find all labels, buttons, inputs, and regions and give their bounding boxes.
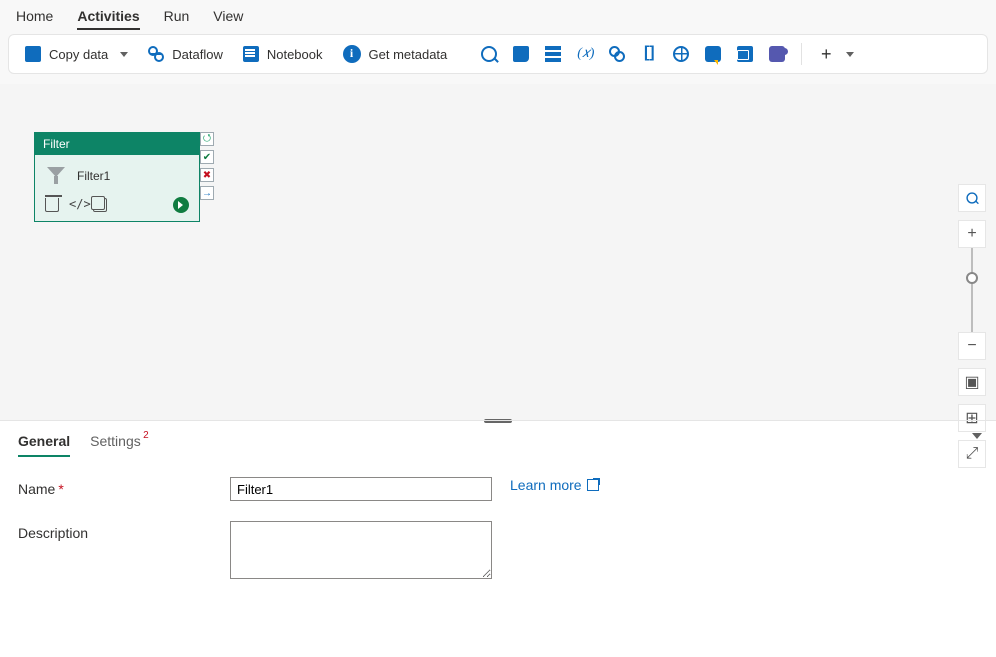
brackets-icon: []: [641, 46, 657, 62]
dataflow-icon: [148, 46, 164, 62]
fit-screen-button[interactable]: ▣: [958, 368, 986, 396]
chevron-down-icon: [120, 52, 128, 57]
zoom-out-button[interactable]: −: [958, 332, 986, 360]
dataflow-button[interactable]: Dataflow: [140, 42, 231, 66]
copy-data-icon: [25, 46, 41, 62]
name-input[interactable]: [230, 477, 492, 501]
tab-run[interactable]: Run: [164, 8, 190, 30]
view-code-button[interactable]: </>: [69, 198, 83, 212]
required-indicator: *: [58, 481, 63, 497]
get-metadata-button[interactable]: Get metadata: [335, 41, 456, 67]
notebook-label: Notebook: [267, 47, 323, 62]
handle-skip[interactable]: →: [200, 186, 214, 200]
description-input[interactable]: [230, 521, 492, 579]
activity-output-handles: ⭯ ✔ ✖ →: [200, 132, 216, 200]
toolbar-container: Copy data Dataflow Notebook Get metadata…: [0, 30, 996, 84]
brackets-button[interactable]: []: [635, 42, 663, 66]
chat-button[interactable]: [699, 42, 727, 66]
canvas-search-button[interactable]: [958, 184, 986, 212]
search-icon: [481, 46, 497, 62]
variable-icon: (𝑥): [577, 46, 593, 62]
properties-pane: General Settings 2 Name* Learn more Desc…: [0, 420, 996, 631]
toolbar: Copy data Dataflow Notebook Get metadata…: [8, 34, 988, 74]
copy-activity-button[interactable]: [93, 198, 107, 212]
collapse-pane-button[interactable]: [972, 433, 982, 439]
notebook-icon: [243, 46, 259, 62]
chat-icon: [705, 46, 721, 62]
activity-type-label: Filter: [35, 133, 199, 155]
handle-failure[interactable]: ✖: [200, 168, 214, 182]
tab-home[interactable]: Home: [16, 8, 53, 30]
outlook-button[interactable]: [731, 42, 759, 66]
pipeline-canvas[interactable]: Filter Filter1 </> ⭯ ✔ ✖ → + − ▣ ⊞ ⤢: [0, 84, 996, 420]
tab-settings-label: Settings: [90, 433, 141, 449]
teams-icon: [769, 46, 785, 62]
dataflow-label: Dataflow: [172, 47, 223, 62]
list-icon: [545, 46, 561, 62]
globe-icon: [673, 46, 689, 62]
zoom-slider-track[interactable]: [971, 248, 973, 332]
globe-button[interactable]: [667, 42, 695, 66]
get-metadata-label: Get metadata: [369, 47, 448, 62]
plus-icon: +: [818, 46, 834, 62]
info-icon: [343, 45, 361, 63]
script-button[interactable]: [507, 42, 535, 66]
handle-success[interactable]: ✔: [200, 150, 214, 164]
tab-settings-badge: 2: [143, 430, 149, 441]
variable-button[interactable]: (𝑥): [571, 42, 599, 66]
name-label-text: Name: [18, 481, 55, 497]
top-tabs: Home Activities Run View: [0, 0, 996, 30]
link-button[interactable]: [603, 42, 631, 66]
toolbar-separator: [801, 43, 802, 65]
tab-settings[interactable]: Settings 2: [90, 433, 141, 457]
copy-data-button[interactable]: Copy data: [17, 42, 136, 66]
add-activity-button[interactable]: +: [812, 42, 860, 66]
zoom-slider-thumb[interactable]: [966, 272, 978, 284]
teams-button[interactable]: [763, 42, 791, 66]
copy-data-label: Copy data: [49, 47, 108, 62]
search-icon: [966, 192, 977, 203]
delete-activity-button[interactable]: [45, 198, 59, 212]
notebook-button[interactable]: Notebook: [235, 42, 331, 66]
tab-general[interactable]: General: [18, 433, 70, 457]
activity-node-filter[interactable]: Filter Filter1 </>: [34, 132, 200, 222]
chevron-down-icon: [846, 52, 854, 57]
activity-name-label: Filter1: [77, 169, 110, 183]
script-icon: [513, 46, 529, 62]
link-icon: [609, 46, 625, 62]
zoom-in-button[interactable]: +: [958, 220, 986, 248]
learn-more-label: Learn more: [510, 477, 582, 493]
tab-activities[interactable]: Activities: [77, 8, 139, 30]
description-label: Description: [18, 521, 218, 541]
external-link-icon: [587, 479, 599, 491]
list-button[interactable]: [539, 42, 567, 66]
outlook-icon: [737, 46, 753, 62]
run-activity-button[interactable]: [173, 197, 189, 213]
search-button[interactable]: [475, 42, 503, 66]
name-label: Name*: [18, 477, 218, 497]
tab-view[interactable]: View: [213, 8, 243, 30]
filter-icon: [45, 165, 67, 187]
handle-add[interactable]: ⭯: [200, 132, 214, 146]
properties-tabs: General Settings 2: [18, 421, 978, 457]
learn-more-link[interactable]: Learn more: [510, 477, 599, 493]
